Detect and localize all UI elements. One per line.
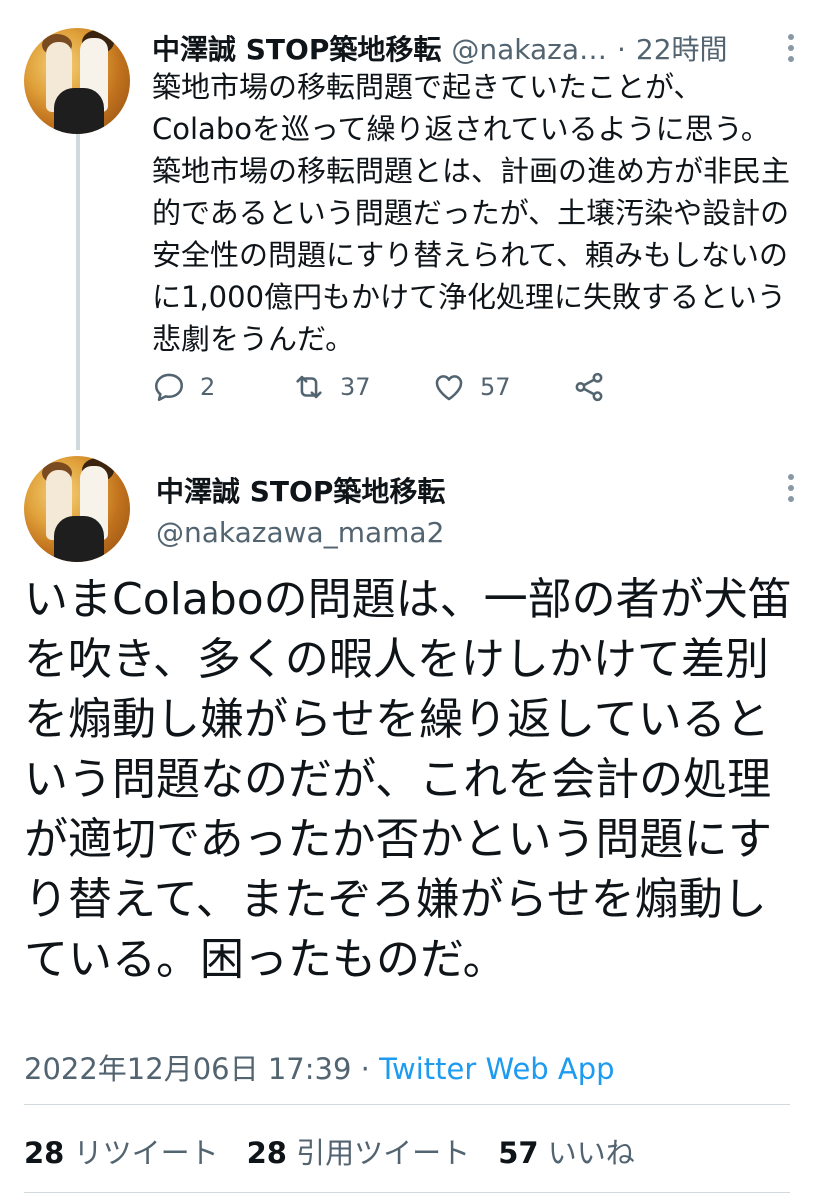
tweet-meta: 2022年12月06日 17:39 · Twitter Web App <box>24 1046 615 1088</box>
handle[interactable]: @nakaza… <box>451 33 607 66</box>
avatar[interactable] <box>24 456 130 562</box>
retweets-count: 28 <box>24 1136 65 1170</box>
reply-button[interactable]: 2 <box>152 370 292 404</box>
relative-time[interactable]: 22時間 <box>636 28 728 68</box>
reply-count: 2 <box>200 373 216 401</box>
retweet-count: 37 <box>340 373 371 401</box>
retweets-stat[interactable]: 28 リツイート <box>24 1130 219 1172</box>
quotes-stat[interactable]: 28 引用ツイート <box>247 1130 471 1172</box>
likes-label: いいね <box>547 1136 635 1170</box>
more-icon[interactable] <box>788 474 796 502</box>
share-button[interactable] <box>572 370 712 404</box>
retweet-button[interactable]: 37 <box>292 370 432 404</box>
source-link[interactable]: Twitter Web App <box>379 1052 615 1086</box>
like-count: 57 <box>480 373 511 401</box>
display-name[interactable]: 中澤誠 STOP築地移転 <box>156 470 445 510</box>
avatar[interactable] <box>24 28 130 134</box>
tweet-actions: 2 37 57 <box>152 370 712 404</box>
divider <box>24 1192 790 1193</box>
quotes-label: 引用ツイート <box>296 1136 471 1170</box>
more-icon[interactable] <box>788 34 796 62</box>
divider <box>24 1104 790 1105</box>
like-button[interactable]: 57 <box>432 370 572 404</box>
display-name[interactable]: 中澤誠 STOP築地移転 <box>152 28 441 68</box>
like-icon <box>435 375 463 401</box>
thread-connector <box>76 134 80 450</box>
tweet-text: 築地市場の移転問題で起きていたことが、Colaboを巡って繰り返されているように… <box>152 70 791 356</box>
tweet-text: いまColaboの問題は、一部の者が犬笛を吹き、多くの暇人をけしかけて差別を煽動… <box>24 574 792 985</box>
tweet-header: 中澤誠 STOP築地移転 @nakaza… · 22時間 <box>152 28 728 68</box>
likes-count: 57 <box>498 1136 539 1170</box>
share-icon <box>575 372 603 402</box>
likes-stat[interactable]: 57 いいね <box>498 1130 635 1172</box>
separator-dot: · <box>360 1052 370 1086</box>
timestamp[interactable]: 2022年12月06日 17:39 <box>24 1052 351 1086</box>
handle[interactable]: @nakazawa_mama2 <box>156 516 444 549</box>
separator-dot: · <box>616 33 626 66</box>
retweets-label: リツイート <box>73 1136 219 1170</box>
retweet-icon <box>296 375 322 399</box>
quotes-count: 28 <box>246 1136 287 1170</box>
reply-icon <box>154 373 184 402</box>
tweet-stats: 28 リツイート 28 引用ツイート 57 いいね <box>24 1130 635 1172</box>
